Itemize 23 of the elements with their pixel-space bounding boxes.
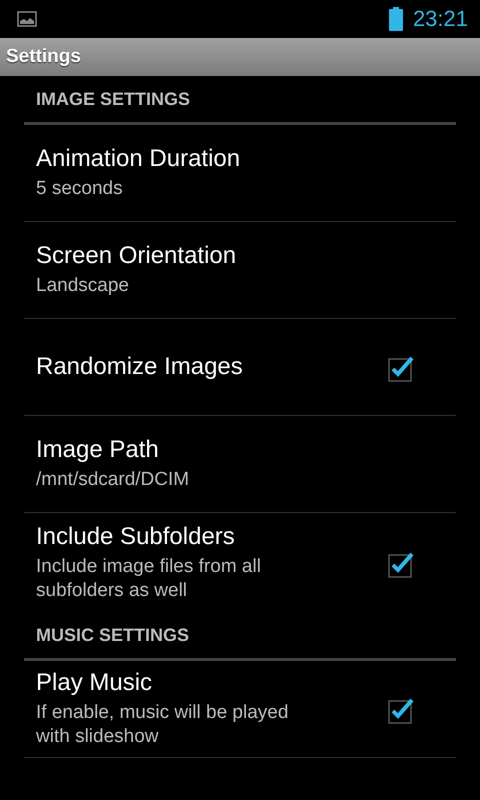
item-summary: If enable, music will be played with slideshow bbox=[36, 701, 290, 749]
settings-item[interactable]: Include Subfolders Include image files from all subfolders as well bbox=[24, 513, 456, 612]
section-header: IMAGE SETTINGS bbox=[24, 76, 456, 125]
battery-icon bbox=[388, 7, 403, 31]
settings-item[interactable]: Image Path /mnt/sdcard/DCIM bbox=[24, 416, 456, 513]
section-header: MUSIC SETTINGS bbox=[24, 612, 456, 661]
item-summary: Landscape bbox=[36, 274, 130, 298]
image-icon bbox=[17, 11, 37, 27]
screen-title: Settings bbox=[6, 46, 81, 68]
item-title: Screen Orientation bbox=[36, 242, 236, 270]
settings-item[interactable]: Randomize Images bbox=[24, 319, 456, 416]
item-summary: Include image files from all subfolders as well bbox=[36, 554, 262, 602]
item-title: Play Music bbox=[36, 669, 154, 697]
item-title: Include Subfolders bbox=[36, 522, 236, 550]
item-summary: 5 seconds bbox=[36, 177, 124, 201]
item-title: Animation Duration bbox=[36, 145, 240, 173]
item-title: Randomize Images bbox=[36, 353, 243, 381]
settings-item[interactable]: Screen Orientation Landscape bbox=[24, 222, 456, 319]
settings-item[interactable]: Play Music If enable, music will be played with slideshow bbox=[24, 661, 456, 758]
item-summary: /mnt/sdcard/DCIM bbox=[36, 468, 190, 492]
clock-time: 23:21 bbox=[412, 6, 468, 32]
item-title: Image Path bbox=[36, 436, 160, 464]
settings-item[interactable]: Animation Duration 5 seconds bbox=[24, 125, 456, 222]
